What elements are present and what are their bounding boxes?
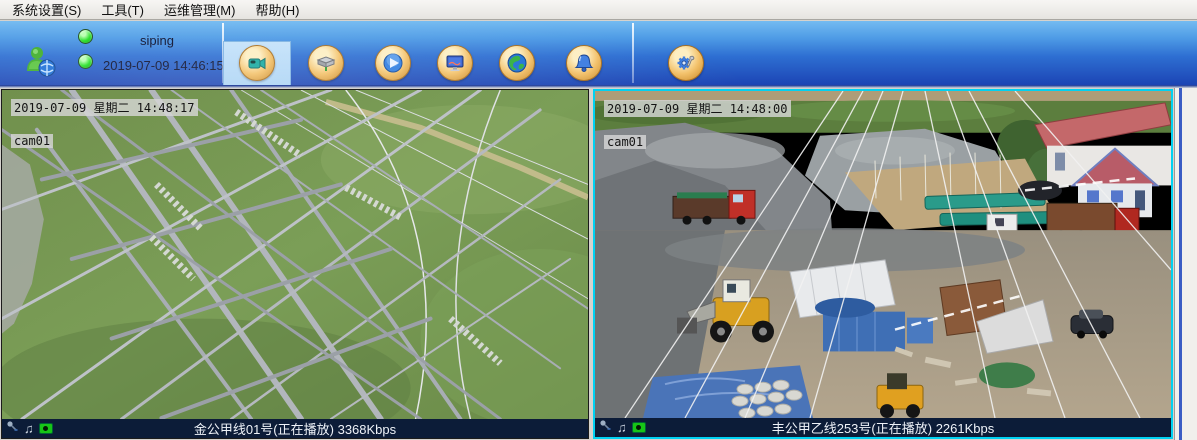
video-1-camera-label: cam01 xyxy=(11,134,53,148)
playback-icon xyxy=(375,45,411,81)
video-grid: 2019-07-09 星期二 14:48:17 cam01 ♫ 金公甲线01号(… xyxy=(0,88,1197,440)
recording-camera-icon[interactable] xyxy=(39,423,53,434)
right-video-scene xyxy=(595,91,1171,418)
right-edge-splitter[interactable] xyxy=(1174,88,1197,440)
microphone-icon[interactable] xyxy=(6,420,19,438)
login-time-text: 2019-07-09 14:46:15 xyxy=(103,58,224,73)
video-2-camera-label: cam01 xyxy=(604,135,646,149)
audio-note-icon[interactable]: ♫ xyxy=(617,421,627,434)
video-1-timestamp: 2019-07-09 星期二 14:48:17 xyxy=(11,99,198,116)
alarm-bell-icon xyxy=(566,45,602,81)
video-1-content: 2019-07-09 星期二 14:48:17 cam01 xyxy=(2,90,588,419)
menu-help[interactable]: 帮助(H) xyxy=(247,0,311,21)
menu-ops-management[interactable]: 运维管理(M) xyxy=(156,0,248,21)
main-toolbar: 注销 siping 2019-07-09 14:46:15 实时视频 实时测控 xyxy=(0,21,1197,85)
status-led-1 xyxy=(78,29,93,44)
logout-user-icon xyxy=(23,64,57,81)
video-2-status-bar: ♫ 丰公甲乙线253号(正在播放) 2261Kbps xyxy=(595,418,1171,437)
microphone-icon[interactable] xyxy=(599,419,612,437)
tv-wall-icon xyxy=(437,45,473,81)
splitter-accent-line xyxy=(1179,88,1182,440)
e-map-globe-icon xyxy=(499,45,535,81)
video-camera-icon xyxy=(239,45,275,81)
menu-bar: 系统设置(S) 工具(T) 运维管理(M) 帮助(H) xyxy=(0,0,1197,20)
left-video-scene xyxy=(2,90,588,419)
menu-system-settings[interactable]: 系统设置(S) xyxy=(4,0,93,21)
telemetry-device-icon xyxy=(308,45,344,81)
local-settings-icon xyxy=(668,45,704,81)
video-2-title: 丰公甲乙线253号(正在播放) 2261Kbps xyxy=(595,418,1171,437)
video-2-content: 2019-07-09 星期二 14:48:00 cam01 xyxy=(595,91,1171,418)
video-cell-2-selected[interactable]: 2019-07-09 星期二 14:48:00 cam01 ♫ 丰公甲乙线253… xyxy=(593,89,1173,439)
video-1-status-bar: ♫ 金公甲线01号(正在播放) 3368Kbps xyxy=(2,419,588,438)
toolbar-separator-2 xyxy=(632,23,634,83)
video-2-timestamp: 2019-07-09 星期二 14:48:00 xyxy=(604,100,791,117)
audio-note-icon[interactable]: ♫ xyxy=(24,422,34,435)
recording-camera-icon[interactable] xyxy=(632,422,646,433)
video-1-title: 金公甲线01号(正在播放) 3368Kbps xyxy=(2,419,588,438)
menu-tools[interactable]: 工具(T) xyxy=(93,0,156,21)
username-text: siping xyxy=(140,33,174,48)
video-cell-1[interactable]: 2019-07-09 星期二 14:48:17 cam01 ♫ 金公甲线01号(… xyxy=(1,89,589,439)
status-led-2 xyxy=(78,54,93,69)
